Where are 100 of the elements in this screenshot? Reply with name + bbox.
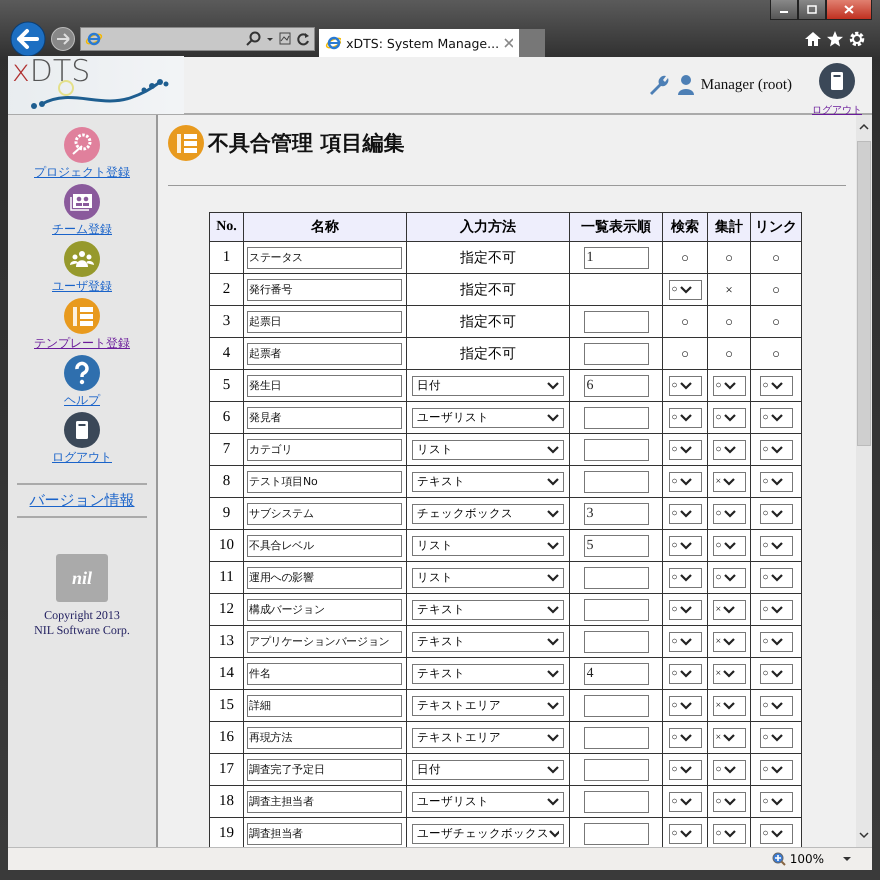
search-dropdown[interactable]: ○ bbox=[668, 696, 702, 716]
input-method-dropdown[interactable]: リスト bbox=[412, 568, 564, 588]
sidebar-link[interactable]: ヘルプ bbox=[64, 392, 100, 409]
name-field[interactable]: 発見者 bbox=[247, 406, 402, 428]
input-method-dropdown[interactable]: チェックボックス bbox=[412, 504, 564, 524]
link-dropdown[interactable]: ○ bbox=[760, 536, 792, 556]
search-dropdown[interactable]: ○ bbox=[668, 472, 702, 492]
input-method-dropdown[interactable]: テキストエリア bbox=[412, 696, 564, 716]
name-field[interactable]: 起票者 bbox=[247, 342, 402, 364]
order-field[interactable] bbox=[584, 598, 648, 620]
input-method-dropdown[interactable]: ユーザリスト bbox=[412, 408, 564, 428]
name-field[interactable]: 発行番号 bbox=[247, 278, 402, 300]
forward-button[interactable] bbox=[50, 26, 76, 52]
name-field[interactable]: 運用への影響 bbox=[247, 566, 402, 588]
order-field[interactable] bbox=[584, 310, 648, 332]
order-field[interactable] bbox=[584, 438, 648, 460]
input-method-dropdown[interactable]: テキスト bbox=[412, 664, 564, 684]
search-dropdown[interactable]: ○ bbox=[668, 664, 702, 684]
order-field[interactable] bbox=[584, 342, 648, 364]
sidebar-link[interactable]: ログアウト bbox=[52, 449, 112, 466]
name-field[interactable]: 調査主担当者 bbox=[247, 790, 402, 812]
order-field[interactable] bbox=[584, 726, 648, 748]
search-dropdown[interactable]: ○ bbox=[668, 504, 702, 524]
search-dropdown[interactable]: ○ bbox=[668, 376, 702, 396]
name-field[interactable]: 不具合レベル bbox=[247, 534, 402, 556]
aggregate-dropdown[interactable]: × bbox=[712, 472, 746, 492]
aggregate-dropdown[interactable]: ○ bbox=[712, 792, 746, 812]
zoom-icon[interactable] bbox=[772, 852, 786, 866]
input-method-dropdown[interactable]: テキスト bbox=[412, 472, 564, 492]
link-dropdown[interactable]: ○ bbox=[760, 824, 792, 844]
link-dropdown[interactable]: ○ bbox=[760, 504, 792, 524]
version-info-link[interactable]: バージョン情報 bbox=[30, 491, 134, 510]
aggregate-dropdown[interactable]: ○ bbox=[712, 568, 746, 588]
aggregate-dropdown[interactable]: ○ bbox=[712, 760, 746, 780]
name-field[interactable]: 起票日 bbox=[247, 310, 402, 332]
name-field[interactable]: カテゴリ bbox=[247, 438, 402, 460]
name-field[interactable]: 詳細 bbox=[247, 694, 402, 716]
aggregate-dropdown[interactable]: × bbox=[712, 664, 746, 684]
aggregate-dropdown[interactable]: × bbox=[712, 600, 746, 620]
input-method-dropdown[interactable]: テキストエリア bbox=[412, 728, 564, 748]
zoom-level[interactable]: 100% bbox=[790, 852, 824, 866]
scroll-up-icon[interactable] bbox=[859, 123, 869, 131]
link-dropdown[interactable]: ○ bbox=[760, 632, 792, 652]
search-dropdown[interactable]: ○ bbox=[668, 792, 702, 812]
search-dropdown[interactable]: ○ bbox=[668, 824, 702, 844]
logout-icon[interactable] bbox=[64, 412, 100, 448]
search-dropdown[interactable]: ○ bbox=[668, 632, 702, 652]
link-dropdown[interactable]: ○ bbox=[760, 760, 792, 780]
order-field[interactable] bbox=[584, 630, 648, 652]
link-dropdown[interactable]: ○ bbox=[760, 568, 792, 588]
name-field[interactable]: 構成バージョン bbox=[247, 598, 402, 620]
search-dropdown[interactable]: ○ bbox=[668, 568, 702, 588]
users-icon[interactable] bbox=[64, 241, 100, 277]
name-field[interactable]: サブシステム bbox=[247, 502, 402, 524]
aggregate-dropdown[interactable]: ○ bbox=[712, 376, 746, 396]
order-field[interactable]: 5 bbox=[584, 534, 648, 556]
address-bar[interactable] bbox=[80, 27, 315, 51]
input-method-dropdown[interactable]: リスト bbox=[412, 536, 564, 556]
name-field[interactable]: 調査担当者 bbox=[247, 822, 402, 844]
name-field[interactable]: ステータス bbox=[247, 246, 402, 268]
settings-icon[interactable] bbox=[848, 30, 866, 48]
search-dropdown[interactable]: ○ bbox=[668, 760, 702, 780]
name-field[interactable]: 調査完了予定日 bbox=[247, 758, 402, 780]
sidebar-link[interactable]: プロジェクト登録 bbox=[34, 164, 130, 181]
aggregate-dropdown[interactable]: ○ bbox=[712, 408, 746, 428]
search-icon[interactable] bbox=[246, 31, 262, 47]
link-dropdown[interactable]: ○ bbox=[760, 792, 792, 812]
team-icon[interactable] bbox=[64, 184, 100, 220]
link-dropdown[interactable]: ○ bbox=[760, 600, 792, 620]
search-dropdown[interactable]: ○ bbox=[668, 536, 702, 556]
caret-icon[interactable] bbox=[842, 856, 852, 862]
aggregate-dropdown[interactable]: ○ bbox=[712, 824, 746, 844]
minimize-button[interactable] bbox=[770, 0, 798, 20]
scrollbar[interactable] bbox=[856, 115, 872, 847]
home-icon[interactable] bbox=[804, 30, 822, 48]
name-field[interactable]: 件名 bbox=[247, 662, 402, 684]
aggregate-dropdown[interactable]: ○ bbox=[712, 536, 746, 556]
name-field[interactable]: 再現方法 bbox=[247, 726, 402, 748]
back-button[interactable] bbox=[10, 21, 46, 57]
input-method-dropdown[interactable]: ユーザチェックボックス bbox=[412, 824, 564, 844]
name-field[interactable]: アプリケーションバージョン bbox=[247, 630, 402, 652]
aggregate-dropdown[interactable]: × bbox=[712, 696, 746, 716]
order-field[interactable] bbox=[584, 694, 648, 716]
order-field[interactable] bbox=[584, 822, 648, 844]
aggregate-dropdown[interactable]: × bbox=[712, 728, 746, 748]
order-field[interactable] bbox=[584, 406, 648, 428]
maximize-button[interactable] bbox=[798, 0, 826, 20]
search-dropdown[interactable]: ○ bbox=[668, 728, 702, 748]
input-method-dropdown[interactable]: リスト bbox=[412, 440, 564, 460]
compatibility-icon[interactable] bbox=[278, 31, 292, 47]
order-field[interactable]: 6 bbox=[584, 374, 648, 396]
input-method-dropdown[interactable]: 日付 bbox=[412, 376, 564, 396]
order-field[interactable]: 1 bbox=[584, 246, 648, 268]
order-field[interactable] bbox=[584, 758, 648, 780]
logout-icon[interactable] bbox=[819, 63, 855, 99]
help-icon[interactable] bbox=[64, 355, 100, 391]
order-field[interactable]: 3 bbox=[584, 502, 648, 524]
aggregate-dropdown[interactable]: × bbox=[712, 632, 746, 652]
sidebar-link[interactable]: ユーザ登録 bbox=[52, 278, 112, 295]
search-dropdown[interactable]: ○ bbox=[668, 440, 702, 460]
